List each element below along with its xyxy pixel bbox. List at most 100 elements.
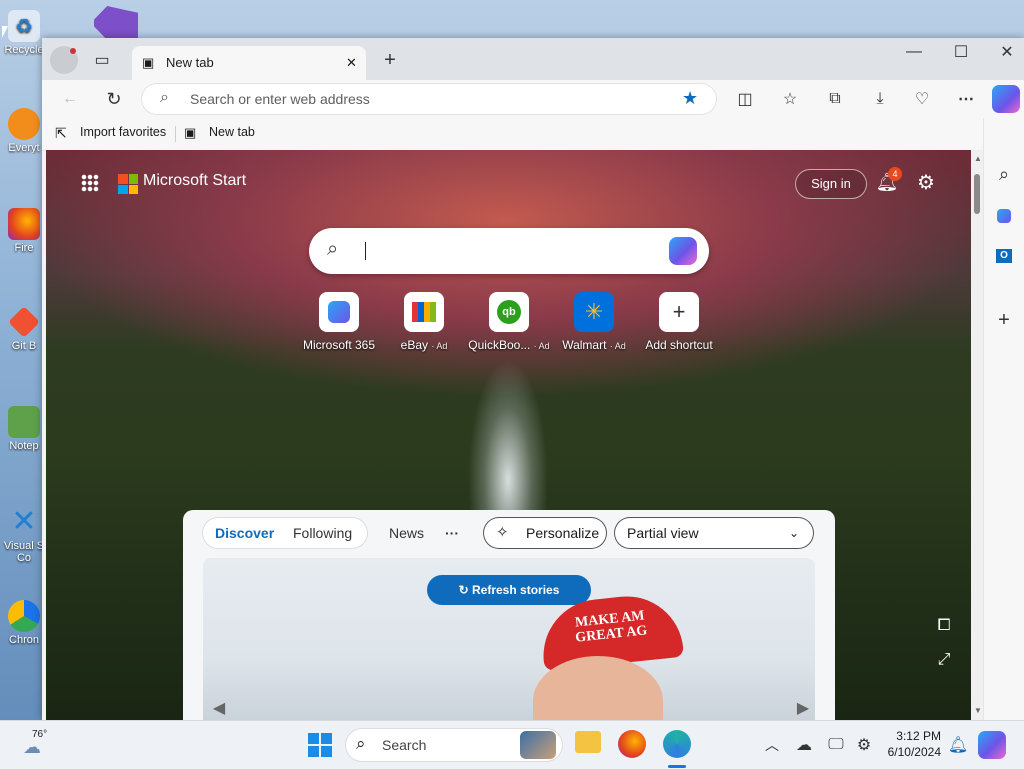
view-select[interactable]: Partial view ⌄: [615, 518, 813, 548]
shortcut-label: Walmart: [562, 338, 607, 352]
maximize-button[interactable]: ☐: [947, 38, 975, 66]
scroll-up-icon[interactable]: ▲: [974, 154, 982, 163]
minimize-button[interactable]: —: [900, 38, 928, 66]
text-cursor: [365, 242, 366, 260]
mouse-cursor: [2, 26, 8, 38]
favorite-new-tab[interactable]: New tab: [209, 125, 255, 139]
shortcut-walmart[interactable]: ✳ Walmart · Ad: [549, 292, 639, 352]
shortcut-label: eBay: [400, 338, 428, 352]
clock-time[interactable]: 3:12 PM: [895, 729, 941, 743]
desktop-icon-firefox[interactable]: Fire: [2, 208, 46, 254]
personalize-button[interactable]: ✧ Personalize: [484, 518, 606, 548]
taskbar-search[interactable]: ⌕ Search: [346, 729, 562, 761]
story-card[interactable]: ↻ Refresh stories MAKE AM GREAT AG ◀ ▶: [203, 558, 815, 720]
onedrive-icon[interactable]: ☁: [790, 731, 818, 759]
shortcut-label: QuickBoo...: [468, 338, 531, 352]
volume-icon[interactable]: ⚙: [850, 731, 878, 759]
split-screen-icon[interactable]: ◫: [731, 85, 759, 113]
toolbar: ← ↻ ⌕ Search or enter web address ★ ◫ ☆ …: [42, 80, 1024, 118]
file-explorer-icon[interactable]: [575, 731, 601, 753]
profile-avatar[interactable]: [50, 46, 78, 74]
desktop-icon-vscode[interactable]: ✕ Visual S Co: [2, 506, 46, 564]
page-scrollbar[interactable]: ▲ ▼: [971, 150, 983, 720]
recycle-bin-icon: ♻: [8, 10, 40, 42]
back-arrow-icon[interactable]: ←: [56, 85, 84, 113]
favorites-bar: ⇱ Import favorites ▣ New tab: [42, 118, 1024, 151]
desktop-icon-recycle[interactable]: ♻ Recycle: [2, 10, 46, 56]
copilot-icon[interactable]: [992, 85, 1020, 113]
edge-taskbar-icon[interactable]: [663, 730, 691, 758]
tab-following[interactable]: Following: [293, 518, 352, 548]
sidebar-add-icon[interactable]: +: [990, 306, 1018, 334]
shortcut-label: Microsoft 365: [302, 338, 376, 352]
microsoft-logo: [118, 174, 138, 194]
favorites-icon[interactable]: ☆: [776, 85, 804, 113]
scroll-down-icon[interactable]: ▼: [974, 706, 982, 715]
downloads-icon[interactable]: ⤓: [866, 85, 894, 113]
new-tab-plus-icon[interactable]: +: [376, 46, 404, 74]
desktop-icon-label: Notep: [9, 440, 39, 452]
favorites-divider: [175, 126, 176, 142]
address-bar[interactable]: ⌕ Search or enter web address ★: [142, 84, 716, 114]
scroll-thumb[interactable]: [974, 174, 980, 214]
browser-essentials-icon[interactable]: ♡: [908, 85, 936, 113]
close-icon: ✕: [1000, 44, 1014, 61]
expand-icon[interactable]: ⤢: [930, 646, 958, 674]
desktop-icon-git-bash[interactable]: Git B: [2, 306, 46, 352]
background-image-icon[interactable]: ⧠: [930, 612, 958, 640]
shortcut-ebay[interactable]: eBay · Ad: [379, 292, 469, 352]
favorite-star-icon[interactable]: ★: [682, 88, 698, 109]
shortcut-quickbooks[interactable]: qb QuickBoo... · Ad: [464, 292, 554, 352]
view-select-value: Partial view: [627, 525, 699, 541]
desktop-icon-chrome[interactable]: Chron: [2, 600, 46, 646]
weather-temp[interactable]: 76°: [32, 729, 47, 740]
tab-close-icon[interactable]: ✕: [346, 55, 357, 71]
apps-grid-icon[interactable]: [81, 174, 99, 192]
favorite-import[interactable]: Import favorites: [80, 125, 166, 139]
shortcut-microsoft365[interactable]: Microsoft 365: [294, 292, 384, 352]
desktop-icon-label: Recycle: [4, 44, 44, 56]
carousel-prev-icon[interactable]: ◀: [205, 694, 233, 720]
chevron-up-icon[interactable]: ︿: [758, 731, 786, 759]
minimize-icon: —: [906, 43, 922, 60]
outlook-icon[interactable]: O: [990, 242, 1018, 270]
copilot-search-icon[interactable]: [669, 237, 697, 265]
more-tabs-button[interactable]: ···: [445, 518, 459, 548]
brand-title[interactable]: Microsoft Start: [143, 172, 246, 190]
notepad-icon: [8, 406, 40, 438]
close-button[interactable]: ✕: [993, 38, 1021, 66]
refresh-stories-button[interactable]: ↻ Refresh stories: [427, 575, 591, 605]
copilot-taskbar-icon[interactable]: [978, 731, 1006, 759]
start-button[interactable]: [308, 733, 332, 757]
desktop-icon-label: Git B: [11, 340, 37, 352]
carousel-next-icon[interactable]: ▶: [789, 694, 815, 720]
feed-panel: Discover Following News ··· ✧ Personaliz…: [183, 510, 835, 720]
visual-studio-icon[interactable]: [94, 6, 138, 40]
desktop-icon-label: Chron: [9, 634, 39, 646]
quickbooks-icon: qb: [489, 292, 529, 332]
refresh-icon[interactable]: ↻: [100, 85, 128, 113]
web-search-box[interactable]: ⌕: [309, 228, 709, 274]
tab-discover[interactable]: Discover: [215, 518, 274, 548]
tab-page-icon: ▣: [142, 55, 155, 70]
tab-news[interactable]: News: [389, 518, 424, 548]
network-icon[interactable]: 🖵︎: [822, 731, 850, 759]
collections-icon[interactable]: ⧉: [821, 85, 849, 113]
title-bar: ▭ ▣ New tab ✕ + — ☐ ✕: [42, 38, 1024, 80]
plus-icon: +: [659, 292, 699, 332]
shortcut-add[interactable]: + Add shortcut: [634, 292, 724, 352]
desktop-icon-everything[interactable]: Everyt: [2, 108, 46, 154]
ad-marker: · Ad: [609, 341, 626, 351]
firefox-taskbar-icon[interactable]: [618, 730, 646, 758]
sidebar-search-icon[interactable]: ⌕: [990, 160, 1018, 188]
ad-marker: · Ad: [533, 341, 550, 351]
tab-new-tab[interactable]: ▣ New tab ✕: [132, 46, 366, 80]
notification-bell-icon[interactable]: 🔔︎: [944, 731, 972, 759]
tab-actions-icon[interactable]: ▭: [88, 46, 116, 74]
sidebar-copilot-icon[interactable]: [990, 202, 1018, 230]
more-menu-icon[interactable]: ⋯: [952, 85, 980, 113]
sign-in-button[interactable]: Sign in: [795, 169, 867, 199]
clock-date[interactable]: 6/10/2024: [883, 745, 941, 759]
desktop-icon-notepad[interactable]: Notep: [2, 406, 46, 452]
settings-gear-icon[interactable]: ⚙: [912, 168, 940, 196]
